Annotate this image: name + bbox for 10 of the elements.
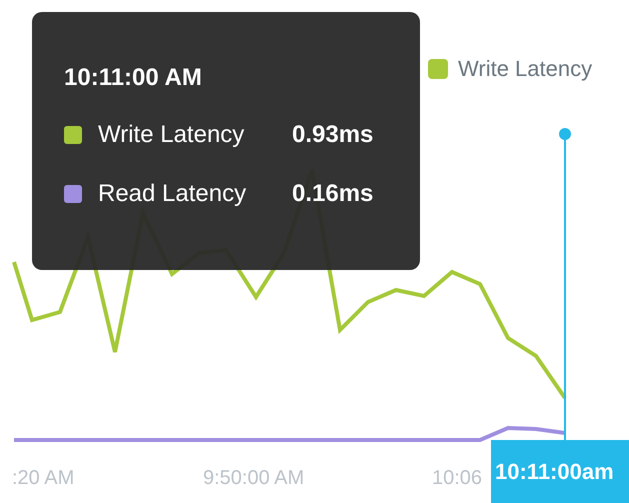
series-label: Read Latency <box>98 180 248 208</box>
axis-label: :20 AM <box>12 467 74 490</box>
cursor-time-label: 10:11:00am <box>491 440 629 503</box>
axis-label: 10:06 <box>432 467 482 490</box>
tooltip-title: 10:11:00 AM <box>64 64 202 92</box>
axis-label: 9:50:00 AM <box>203 467 304 490</box>
series-value: 0.93ms <box>292 121 374 149</box>
series-label: Write Latency <box>98 121 246 149</box>
legend-label[interactable]: Write Latency <box>458 56 592 82</box>
series-value: 0.16ms <box>292 180 374 208</box>
